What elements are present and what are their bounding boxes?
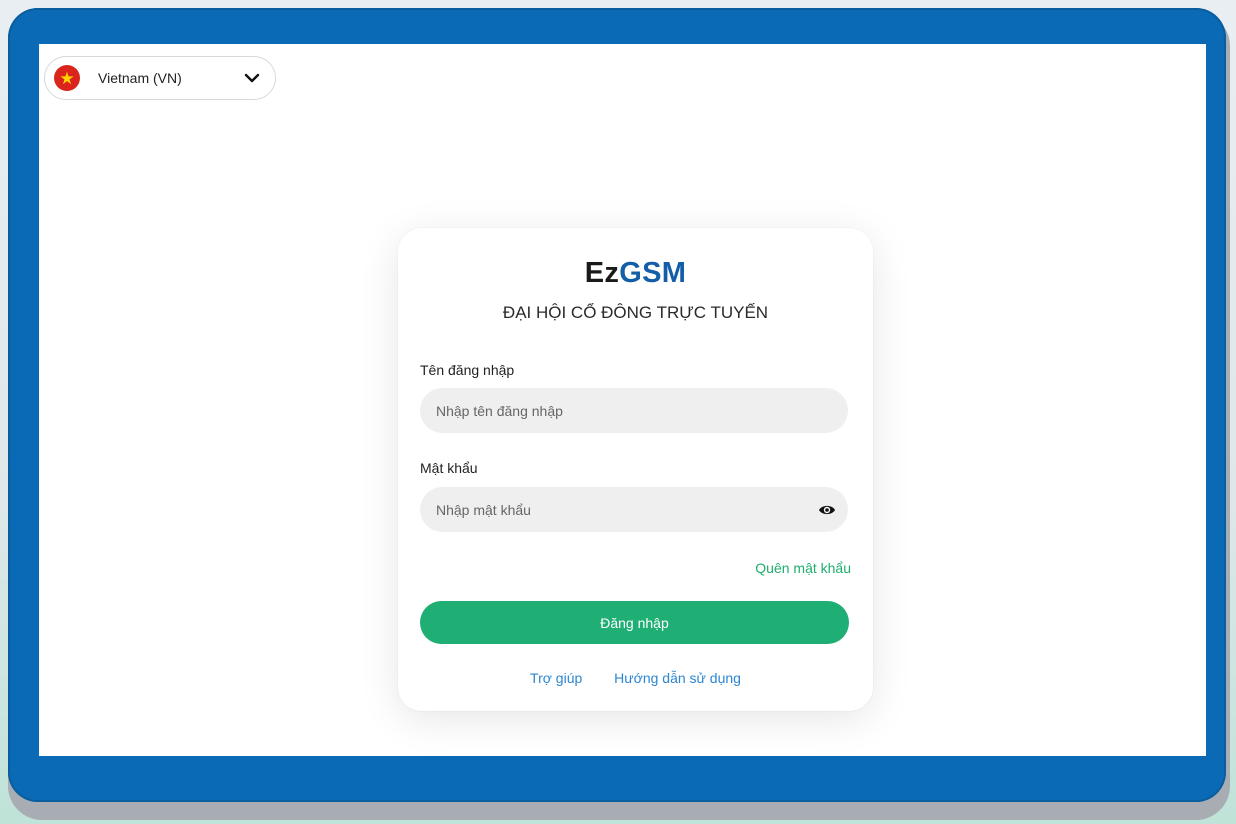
- username-field-wrapper: [420, 388, 848, 433]
- password-label: Mật khẩu: [420, 460, 478, 476]
- app-screen: ★ Vietnam (VN) EzGSM ĐẠI HỘI CỔ ĐÔNG TRỰ…: [39, 44, 1206, 756]
- brand-ez: Ez: [584, 257, 620, 289]
- username-label: Tên đăng nhập: [420, 362, 515, 378]
- vietnam-flag-icon: ★: [54, 65, 80, 91]
- login-card: EzGSM ĐẠI HỘI CỔ ĐÔNG TRỰC TUYẾN Tên đăn…: [398, 228, 873, 711]
- page-subtitle: ĐẠI HỘI CỔ ĐÔNG TRỰC TUYẾN: [502, 303, 769, 322]
- language-selector[interactable]: ★ Vietnam (VN): [44, 56, 276, 100]
- forgot-password-link[interactable]: Quên mật khẩu: [755, 560, 851, 576]
- language-selector-label: Vietnam (VN): [98, 70, 182, 86]
- login-button[interactable]: Đăng nhập: [420, 601, 849, 644]
- help-link[interactable]: Trợ giúp: [530, 670, 582, 686]
- user-guide-link[interactable]: Hướng dẫn sử dụng: [614, 670, 741, 686]
- footer-links: Trợ giúp Hướng dẫn sử dụng: [398, 670, 873, 686]
- chevron-down-icon: [243, 69, 261, 92]
- password-input[interactable]: [420, 487, 848, 532]
- brand-logo: EzGSM: [398, 257, 873, 290]
- password-field-wrapper: [420, 487, 848, 532]
- username-input[interactable]: [420, 388, 848, 433]
- brand-gsm: GSM: [619, 257, 687, 289]
- show-password-eye-icon[interactable]: [818, 501, 836, 524]
